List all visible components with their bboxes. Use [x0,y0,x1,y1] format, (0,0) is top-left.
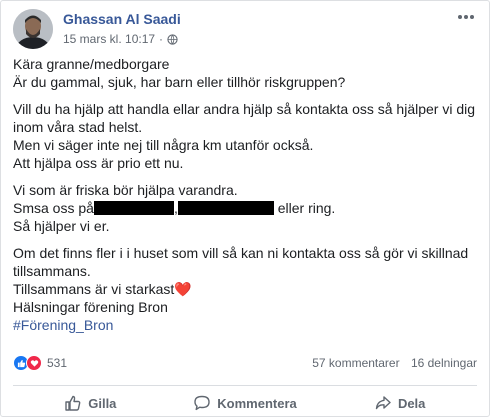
paragraph-4: Om det finns fler i i huset som vill så … [13,244,477,334]
reaction-count: 531 [47,356,68,370]
comment-button[interactable]: Kommentera [168,391,323,415]
paragraph-1: Kära granne/medborgare Är du gammal, sju… [13,55,477,91]
action-divider [13,385,477,386]
paragraph-2: Vill du ha hjälp att handla ellar andra … [13,100,477,172]
author-avatar[interactable] [13,9,53,49]
post-header: Ghassan Al Saadi 15 mars kl. 10:17 · [13,9,477,49]
text-line: Att hjälpa oss är prio ett nu. [13,155,184,171]
text-line: Så hjälper vi er. [13,218,110,234]
text-line: tillsammans. [13,263,91,279]
like-button[interactable]: Gilla [13,391,168,415]
comment-bubble-icon [194,395,210,411]
hashtag-link[interactable]: #Förening_Bron [13,316,477,334]
like-label: Gilla [88,395,117,411]
author-name[interactable]: Ghassan Al Saadi [63,11,181,27]
comments-count[interactable]: 57 kommentarer [312,356,399,370]
text-line: Men vi säger inte nej till några km utan… [13,137,314,153]
meta-separator: · [159,32,164,46]
reaction-summary[interactable]: 531 [13,355,67,371]
paragraph-3: Vi som är friska bör hjälpa varandra. Sm… [13,181,477,235]
post-meta: 15 mars kl. 10:17 · [63,32,178,46]
text-line: Vill du ha hjälp att handla ellar andra … [13,101,476,117]
redacted-phone-1 [93,201,174,215]
shares-count[interactable]: 16 delningar [411,356,477,370]
text-line: Kära granne/medborgare [13,56,170,72]
text-line: Är du gammal, sjuk, har barn eller tillh… [13,74,346,90]
post-stats: 531 57 kommentarer 16 delningar [13,353,477,373]
sms-suffix: eller ring. [277,200,336,216]
post-body: Kära granne/medborgare Är du gammal, sju… [13,55,477,343]
share-label: Dela [397,395,426,411]
share-button[interactable]: Dela [322,391,477,415]
redacted-phone-2 [177,201,274,215]
strongest-text: Tillsammans är vi starkast [13,281,175,297]
text-line: inom våra stad helst. [13,119,143,135]
share-arrow-icon [375,396,391,410]
strongest-line: Tillsammans är vi starkast❤️ [13,280,477,298]
more-horizontal-icon[interactable] [455,11,477,23]
thumbs-up-icon [65,395,81,411]
sms-prefix: Smsa oss på [13,200,94,216]
post-timestamp[interactable]: 15 mars kl. 10:17 [63,32,155,46]
comment-label: Kommentera [217,395,297,411]
sms-line: Smsa oss på, eller ring. [13,199,477,217]
text-line: Vi som är friska bör hjälpa varandra. [13,182,238,198]
heart-emoji: ❤️ [174,281,192,297]
greeting-line: Hälsningar förening Bron [13,299,168,315]
action-bar: Gilla Kommentera Dela [13,391,477,415]
text-line: Om det finns fler i i huset som vill så … [13,245,469,261]
globe-icon[interactable] [167,33,178,45]
love-reaction-icon [26,355,42,371]
facebook-post: Ghassan Al Saadi 15 mars kl. 10:17 · Kär… [0,0,490,417]
engagement-counts: 57 kommentarer 16 delningar [312,356,477,370]
